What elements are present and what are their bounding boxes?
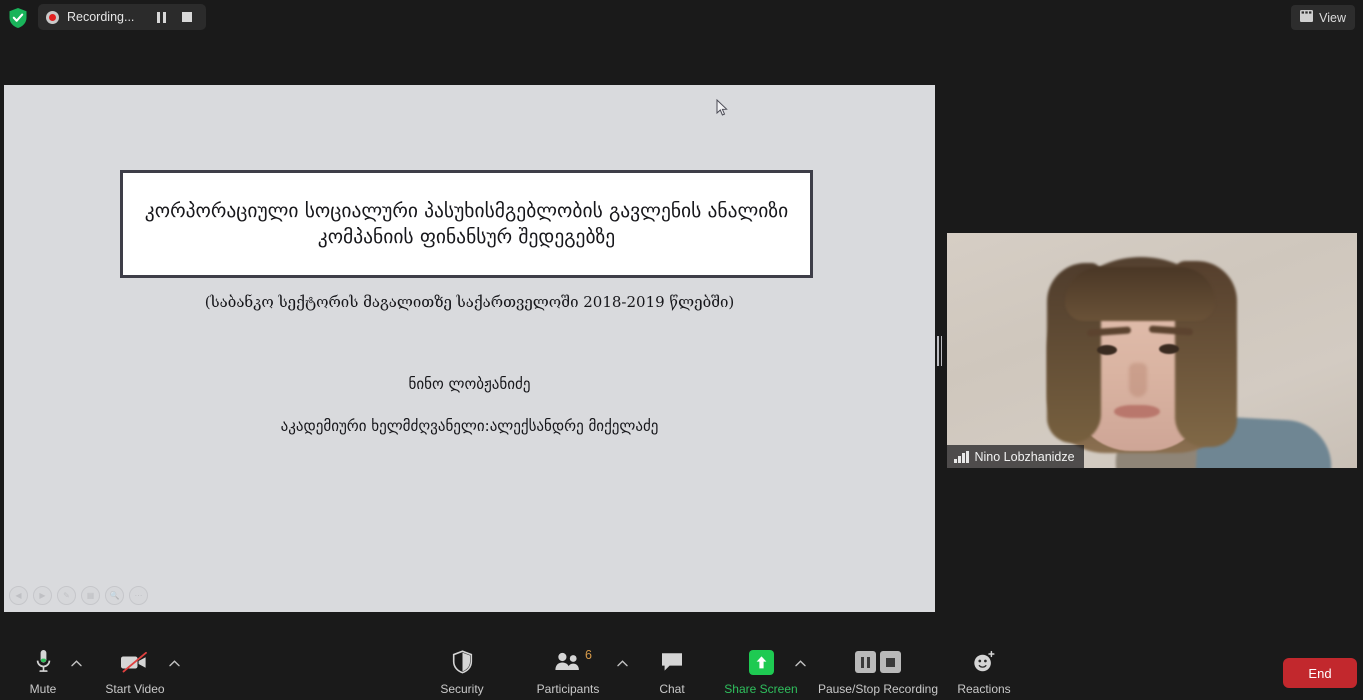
view-button-label: View — [1319, 10, 1346, 25]
participant-video-tile[interactable]: Nino Lobzhanidze — [947, 233, 1357, 468]
video-stream — [947, 233, 1357, 468]
end-meeting-button[interactable]: End — [1283, 658, 1357, 688]
stop-icon — [182, 12, 193, 22]
start-video-button[interactable]: Start Video — [89, 647, 181, 696]
pause-stop-recording-label: Pause/Stop Recording — [817, 682, 939, 696]
camera-off-icon — [119, 647, 151, 677]
security-button-label: Security — [440, 682, 484, 696]
slide-title: კორპორაციული სოციალური პასუხისმგებლობის … — [144, 199, 789, 248]
shield-icon — [452, 647, 473, 677]
shared-screen-content[interactable]: კორპორაციული სოციალური პასუხისმგებლობის … — [4, 85, 935, 612]
presentation-nav-toolbar[interactable]: ◀ ▶ ✎ ▦ 🔍 ⋯ — [9, 586, 148, 605]
zoom-tool-button[interactable]: 🔍 — [105, 586, 124, 605]
mute-button-label: Mute — [29, 682, 57, 696]
participant-name-badge: Nino Lobzhanidze — [947, 445, 1084, 468]
participants-icon — [554, 647, 582, 677]
view-button[interactable]: View — [1291, 5, 1355, 30]
slide-next-button[interactable]: ▶ — [33, 586, 52, 605]
chat-button[interactable]: Chat — [626, 647, 718, 696]
recording-indicator: Recording... — [38, 4, 207, 30]
signal-bars-icon — [954, 450, 969, 463]
video-options-caret[interactable] — [167, 656, 181, 670]
more-options-button[interactable]: ⋯ — [129, 586, 148, 605]
top-bar: Recording... View — [0, 0, 1363, 36]
slide-advisor: აკადემიური ხელმძღვანელი:ალექსანდრე მიქელ… — [280, 417, 659, 435]
participants-count: 6 — [585, 648, 592, 662]
pause-stop-recording-button[interactable]: Pause/Stop Recording — [798, 647, 958, 696]
reactions-button-label: Reactions — [957, 682, 1011, 696]
mute-button[interactable]: Mute — [0, 647, 89, 696]
start-video-button-label: Start Video — [105, 682, 165, 696]
slide-previous-button[interactable]: ◀ — [9, 586, 28, 605]
participant-name-label: Nino Lobzhanidze — [974, 449, 1075, 464]
meeting-toolbar: Mute Start Video Security Participants 6… — [0, 628, 1363, 700]
security-button[interactable]: Security — [416, 647, 508, 696]
share-screen-button[interactable]: Share Screen — [715, 647, 807, 696]
slide-options-button[interactable]: ▦ — [81, 586, 100, 605]
shield-check-icon — [8, 7, 28, 29]
chat-bubble-icon — [660, 647, 684, 677]
audio-options-caret[interactable] — [69, 656, 83, 670]
stop-recording-button[interactable] — [174, 5, 200, 29]
pause-icon — [156, 11, 167, 23]
slide-author: ნინო ლობჟანიძე — [408, 375, 531, 393]
pen-tool-button[interactable]: ✎ — [57, 586, 76, 605]
chat-button-label: Chat — [659, 682, 685, 696]
smiley-plus-icon — [972, 647, 996, 677]
panel-resize-handle[interactable] — [936, 334, 943, 368]
participants-button[interactable]: Participants — [522, 647, 614, 696]
pause-stop-icon — [855, 647, 901, 677]
microphone-icon — [35, 647, 52, 677]
grid-view-icon — [1300, 9, 1314, 27]
recording-status-label: Recording... — [67, 10, 135, 24]
share-arrow-up-icon — [748, 647, 774, 677]
reactions-button[interactable]: Reactions — [938, 647, 1030, 696]
slide-subtitle: (საბანკო სექტორის მაგალითზე საქართველოში… — [204, 293, 735, 311]
pause-recording-button[interactable] — [148, 5, 174, 29]
share-screen-button-label: Share Screen — [724, 682, 798, 696]
record-dot-icon — [46, 10, 59, 24]
participants-button-label: Participants — [536, 682, 600, 696]
slide-title-box: კორპორაციული სოციალური პასუხისმგებლობის … — [120, 170, 813, 278]
